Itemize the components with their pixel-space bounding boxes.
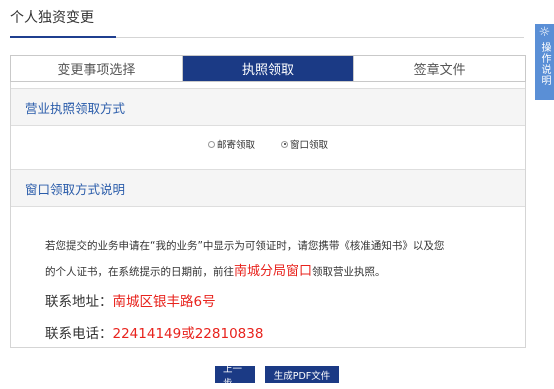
pickup-method-radios: 邮寄领取 窗口领取 (11, 137, 525, 151)
explain-line-2-post: 领取营业执照。 (312, 266, 386, 278)
section-heading-pickup-method: 营业执照领取方式 (11, 88, 525, 126)
address-value: 南城区银丰路6号 (112, 294, 216, 310)
contact-address: 联系地址：南城区银丰路6号 (45, 290, 216, 310)
radio-on-icon (281, 140, 288, 148)
prev-step-button[interactable]: 上一步 (215, 364, 255, 389)
action-buttons: 上一步 生成PDF文件 (0, 364, 554, 389)
step-tabs: 变更事项选择 执照领取 签章文件 (10, 55, 526, 82)
title-divider (116, 37, 524, 38)
radio-mail-pickup[interactable]: 邮寄领取 (207, 137, 255, 151)
tab-license-pickup[interactable]: 执照领取 (182, 56, 355, 81)
contact-phone: 联系电话：22414149或22810838 (45, 322, 263, 342)
page-title: 个人独资变更 (10, 10, 94, 26)
radio-window-pickup[interactable]: 窗口领取 (281, 137, 328, 151)
explain-line-2: 的个人证书，在系统提示的日期前，前往南城分局窗口领取营业执照。 (45, 259, 515, 285)
radio-label: 窗口领取 (290, 140, 329, 151)
office-highlight: 南城分局窗口 (234, 264, 313, 279)
explain-line-1: 若您提交的业务申请在“我的业务”中显示为可领证时，请您携带《核准通知书》以及您 (45, 240, 445, 252)
explain-line-2-pre: 的个人证书，在系统提示的日期前，前往 (45, 266, 234, 278)
explain-text: 若您提交的业务申请在“我的业务”中显示为可领证时，请您携带《核准通知书》以及您 … (45, 233, 515, 285)
section-heading-window-explain: 窗口领取方式说明 (11, 169, 525, 207)
tab-signature-files[interactable]: 签章文件 (354, 56, 526, 81)
generate-pdf-button[interactable]: 生成PDF文件 (265, 366, 339, 383)
operation-guide-label: 操作说明 (539, 42, 550, 86)
content-panel: 营业执照领取方式 邮寄领取 窗口领取 窗口领取方式说明 若您提交的业务申请在“我… (10, 82, 526, 348)
address-label: 联系地址： (45, 294, 113, 310)
radio-off-icon (207, 140, 215, 148)
radio-label: 邮寄领取 (216, 140, 255, 151)
tab-change-items[interactable]: 变更事项选择 (11, 56, 183, 81)
title-underline (10, 36, 116, 38)
phone-label: 联系电话： (45, 326, 113, 342)
phone-value: 22414149或22810838 (112, 326, 264, 342)
operation-guide-tab[interactable]: ☼ 操作说明 (535, 24, 554, 100)
gear-icon: ☼ (538, 25, 551, 40)
